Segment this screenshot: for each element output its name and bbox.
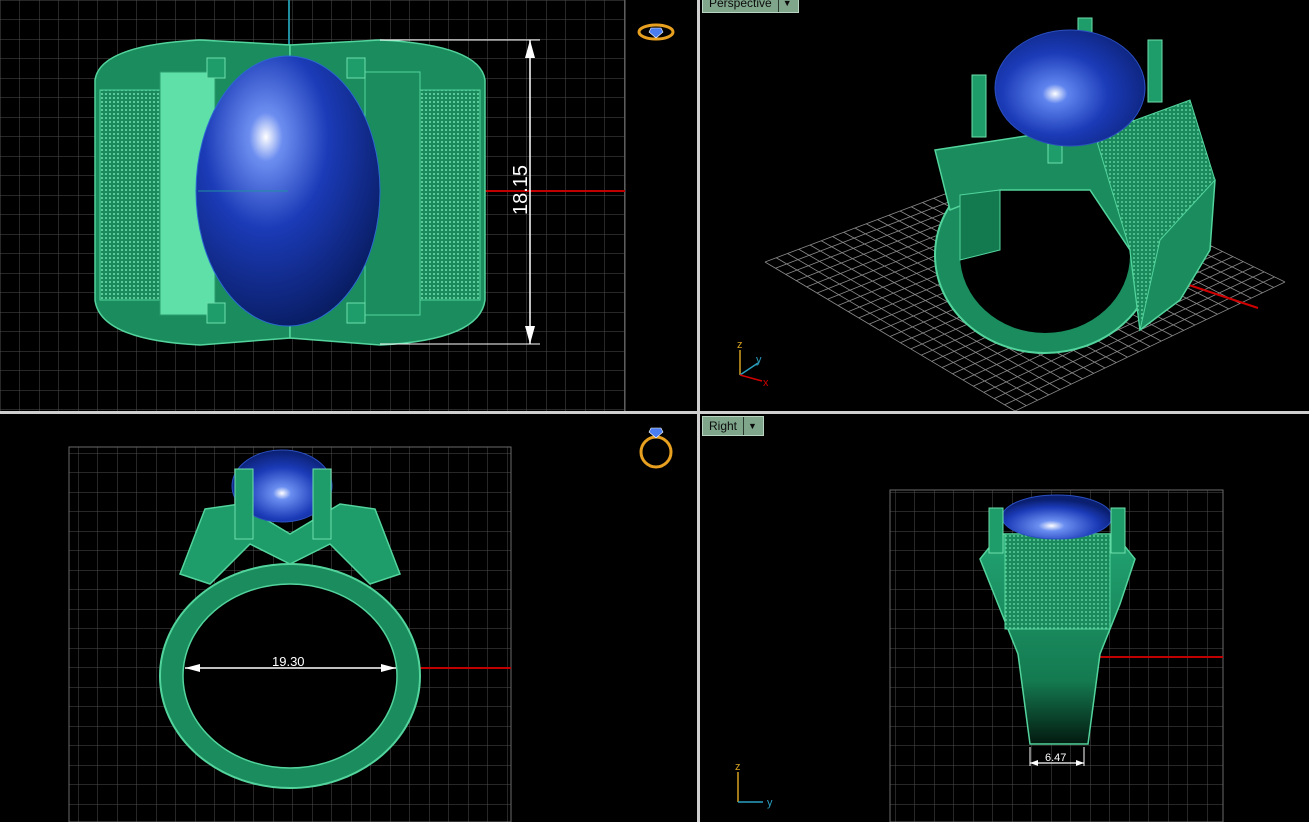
viewport-tab-perspective[interactable]: Perspective ▼: [702, 0, 799, 13]
ring-model-perspective[interactable]: [934, 17, 1216, 354]
viewport-top[interactable]: 18.15: [0, 0, 697, 411]
svg-text:y: y: [756, 354, 762, 366]
dimension-label: 18.15: [510, 165, 532, 215]
dimension-label: 19.30: [272, 654, 305, 669]
svg-text:y: y: [767, 797, 773, 809]
dimension-label: 6.47: [1045, 752, 1066, 764]
viewport-perspective[interactable]: z y x Perspective ▼: [700, 0, 1309, 411]
svg-text:x: x: [763, 377, 769, 389]
front-view-canvas: 19.30: [68, 427, 673, 822]
viewport-menu-caret-icon[interactable]: ▼: [777, 0, 792, 12]
viewport-right[interactable]: 6.47 z y Right ▼: [700, 414, 1309, 822]
top-view-canvas: 18.15: [0, 0, 675, 411]
gemstone[interactable]: [994, 29, 1146, 147]
svg-text:z: z: [737, 339, 743, 351]
axis-triad: z y: [735, 761, 773, 809]
svg-text:z: z: [735, 761, 741, 773]
ring-model-top[interactable]: [94, 39, 486, 346]
gemstone[interactable]: [1001, 494, 1113, 540]
viewport-divider-horizontal[interactable]: [0, 411, 1309, 414]
viewport-title: Perspective: [709, 0, 772, 10]
viewport-front[interactable]: 19.30: [0, 414, 697, 822]
viewport-menu-caret-icon[interactable]: ▼: [743, 417, 757, 435]
ring-front-icon[interactable]: [639, 427, 673, 469]
viewport-tab-right[interactable]: Right ▼: [702, 416, 764, 436]
perspective-view-canvas: z y x: [737, 17, 1286, 411]
axis-triad: z y x: [737, 339, 769, 389]
ring-view-icon[interactable]: [637, 23, 675, 41]
right-view-canvas: 6.47 z y: [735, 489, 1224, 822]
viewport-title: Right: [709, 419, 738, 433]
